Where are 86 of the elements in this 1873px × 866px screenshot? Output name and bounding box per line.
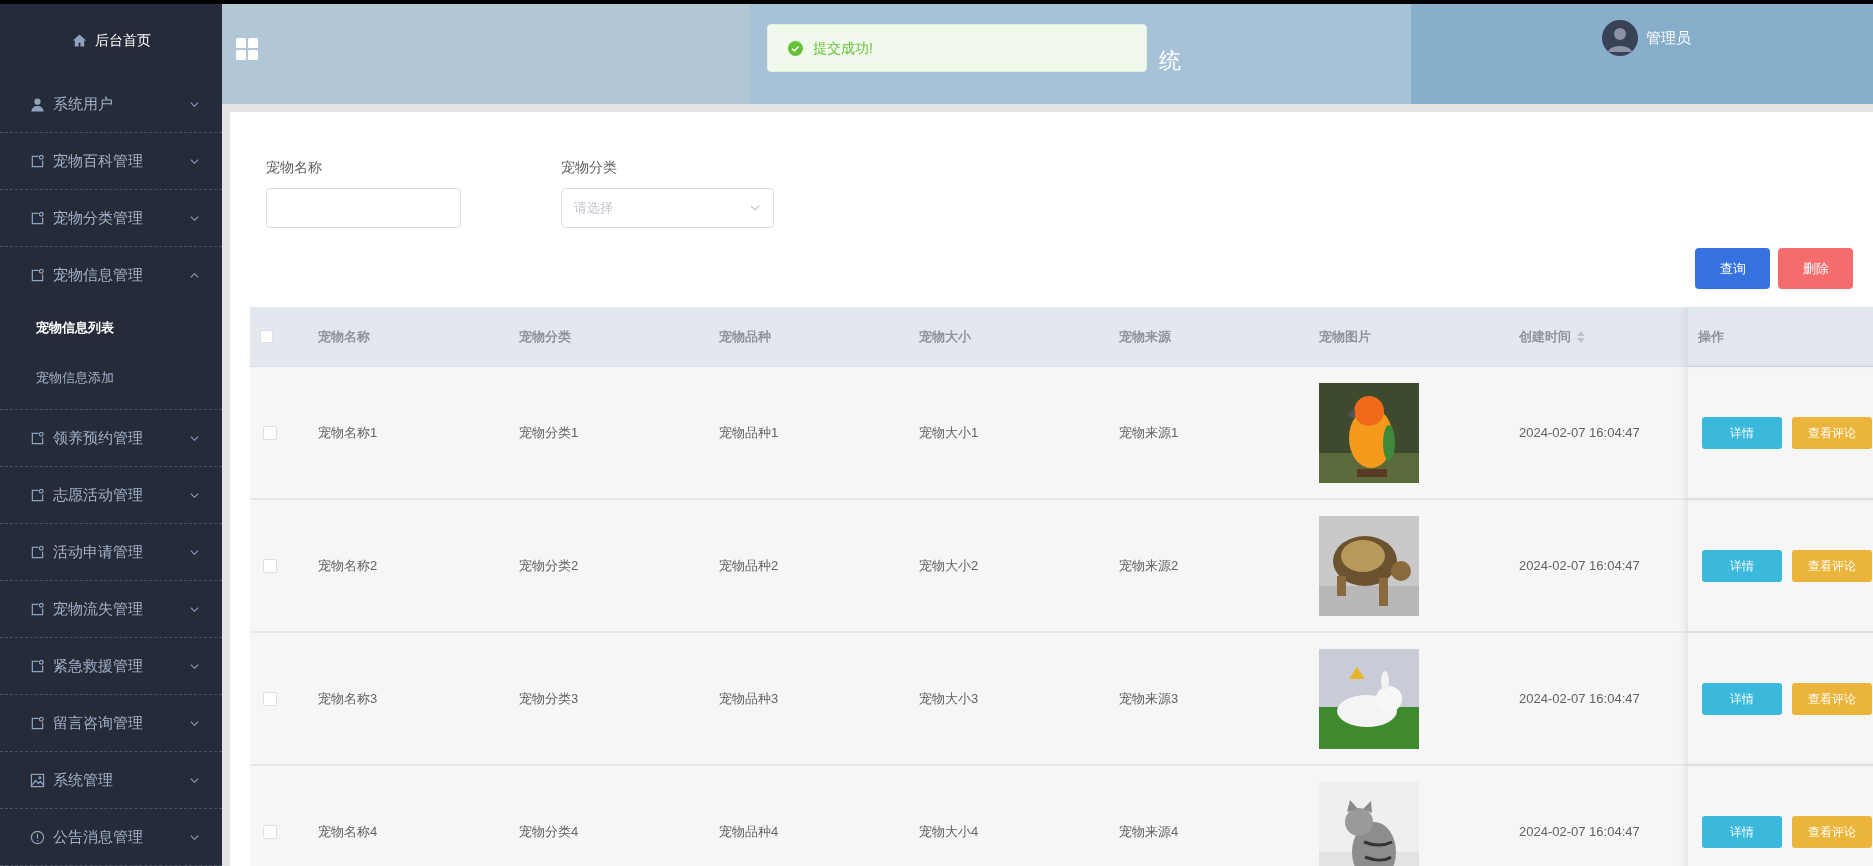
note-icon bbox=[30, 487, 45, 503]
select-field[interactable]: 请选择 bbox=[561, 188, 774, 228]
details-button[interactable]: 详情 bbox=[1702, 416, 1782, 449]
table-cell: 宠物大小4 bbox=[919, 823, 979, 839]
success-check-icon bbox=[788, 40, 803, 56]
row-checkbox[interactable] bbox=[263, 824, 277, 839]
column-header[interactable]: 创建时间 bbox=[1519, 326, 1585, 347]
column-header[interactable]: 宠物品种 bbox=[719, 326, 771, 347]
row-checkbox[interactable] bbox=[263, 691, 277, 706]
sidebar-menu-item[interactable]: 宠物信息管理 bbox=[0, 247, 222, 303]
sidebar-menu-item[interactable]: 系统管理 bbox=[0, 752, 222, 808]
note-icon bbox=[30, 601, 45, 617]
text-input-field[interactable] bbox=[266, 188, 461, 228]
table-cell: 2024-02-07 16:04:47 bbox=[1519, 823, 1640, 839]
sidebar-menu-item[interactable]: 志愿活动管理 bbox=[0, 467, 222, 523]
view-comments-button[interactable]: 查看评论 bbox=[1792, 416, 1872, 449]
table-cell: 宠物来源3 bbox=[1119, 690, 1179, 706]
table-cell: 宠物名称4 bbox=[318, 823, 378, 839]
sidebar-menu-item[interactable]: 活动申请管理 bbox=[0, 524, 222, 580]
table-cell: 宠物大小1 bbox=[919, 424, 979, 440]
table-cell: 宠物品种3 bbox=[719, 690, 779, 706]
column-header[interactable]: 宠物图片 bbox=[1319, 326, 1371, 347]
row-checkbox[interactable] bbox=[263, 425, 277, 440]
table-cell: 宠物品种4 bbox=[719, 823, 779, 839]
view-comments-button[interactable]: 查看评论 bbox=[1792, 815, 1872, 848]
sidebar-menu-item[interactable]: 紧急救援管理 bbox=[0, 638, 222, 694]
info-icon bbox=[30, 829, 45, 845]
note-icon bbox=[30, 715, 45, 731]
note-icon bbox=[30, 153, 45, 169]
table-cell: 宠物大小2 bbox=[919, 557, 979, 573]
note-icon bbox=[30, 658, 45, 674]
column-header[interactable]: 宠物名称 bbox=[318, 326, 370, 347]
table-cell: 宠物名称3 bbox=[318, 690, 378, 706]
note-icon bbox=[30, 430, 45, 446]
table-cell: 2024-02-07 16:04:47 bbox=[1519, 424, 1640, 440]
field-label: 宠物名称 bbox=[266, 158, 323, 177]
column-header[interactable]: 宠物来源 bbox=[1119, 326, 1171, 347]
header-title: 统 bbox=[1159, 47, 1181, 75]
table-cell: 宠物来源4 bbox=[1119, 823, 1179, 839]
details-button[interactable]: 详情 bbox=[1702, 815, 1782, 848]
column-header[interactable]: 宠物分类 bbox=[519, 326, 571, 347]
row-checkbox[interactable] bbox=[263, 558, 277, 573]
table-cell: 宠物分类2 bbox=[519, 557, 579, 573]
sort-icon bbox=[1577, 330, 1585, 343]
table-cell: 宠物名称1 bbox=[318, 424, 378, 440]
table-cell: 宠物来源2 bbox=[1119, 557, 1179, 573]
sidebar-menu-item[interactable]: 公告消息管理 bbox=[0, 809, 222, 865]
view-comments-button[interactable]: 查看评论 bbox=[1792, 682, 1872, 715]
column-header[interactable]: 宠物大小 bbox=[919, 326, 971, 347]
sidebar-menu-item[interactable]: 留言咨询管理 bbox=[0, 695, 222, 751]
note-icon bbox=[30, 544, 45, 560]
submenu-item[interactable]: 宠物信息列表 bbox=[0, 303, 222, 353]
select-all-checkbox[interactable] bbox=[260, 330, 273, 343]
table-cell: 宠物名称2 bbox=[318, 557, 378, 573]
home-icon bbox=[71, 32, 87, 48]
sidebar-menu-item[interactable]: 领养预约管理 bbox=[0, 410, 222, 466]
home-menu-item[interactable]: 后台首页 bbox=[0, 4, 222, 76]
table-cell: 宠物分类1 bbox=[519, 424, 579, 440]
delete-button[interactable]: 删除 bbox=[1778, 248, 1853, 289]
table-cell: 宠物大小3 bbox=[919, 690, 979, 706]
avatar-icon bbox=[1602, 20, 1638, 56]
table-cell: 2024-02-07 16:04:47 bbox=[1519, 557, 1640, 573]
toast-message: 提交成功! bbox=[813, 38, 873, 58]
note-icon bbox=[30, 210, 45, 226]
note-icon bbox=[30, 267, 45, 283]
image-icon bbox=[30, 772, 45, 788]
sidebar-menu-item[interactable]: 宠物流失管理 bbox=[0, 581, 222, 637]
field-label: 宠物分类 bbox=[561, 158, 618, 177]
user-name[interactable]: 管理员 bbox=[1646, 26, 1691, 50]
grid-menu-icon bbox=[236, 38, 258, 60]
column-header[interactable]: 操作 bbox=[1698, 326, 1724, 347]
table-cell: 宠物品种2 bbox=[719, 557, 779, 573]
details-button[interactable]: 详情 bbox=[1702, 682, 1782, 715]
table-cell: 宠物分类4 bbox=[519, 823, 579, 839]
user-icon bbox=[30, 96, 45, 112]
view-comments-button[interactable]: 查看评论 bbox=[1792, 549, 1872, 582]
table-cell: 宠物品种1 bbox=[719, 424, 779, 440]
sidebar-menu-item[interactable]: 宠物百科管理 bbox=[0, 133, 222, 189]
sidebar-menu-item[interactable]: 宠物分类管理 bbox=[0, 190, 222, 246]
table-cell: 2024-02-07 16:04:47 bbox=[1519, 690, 1640, 706]
query-button[interactable]: 查询 bbox=[1695, 248, 1770, 289]
table-cell: 宠物来源1 bbox=[1119, 424, 1179, 440]
table-cell: 宠物分类3 bbox=[519, 690, 579, 706]
submenu-item[interactable]: 宠物信息添加 bbox=[0, 353, 222, 403]
sidebar-menu-item[interactable]: 系统用户 bbox=[0, 76, 222, 132]
details-button[interactable]: 详情 bbox=[1702, 549, 1782, 582]
